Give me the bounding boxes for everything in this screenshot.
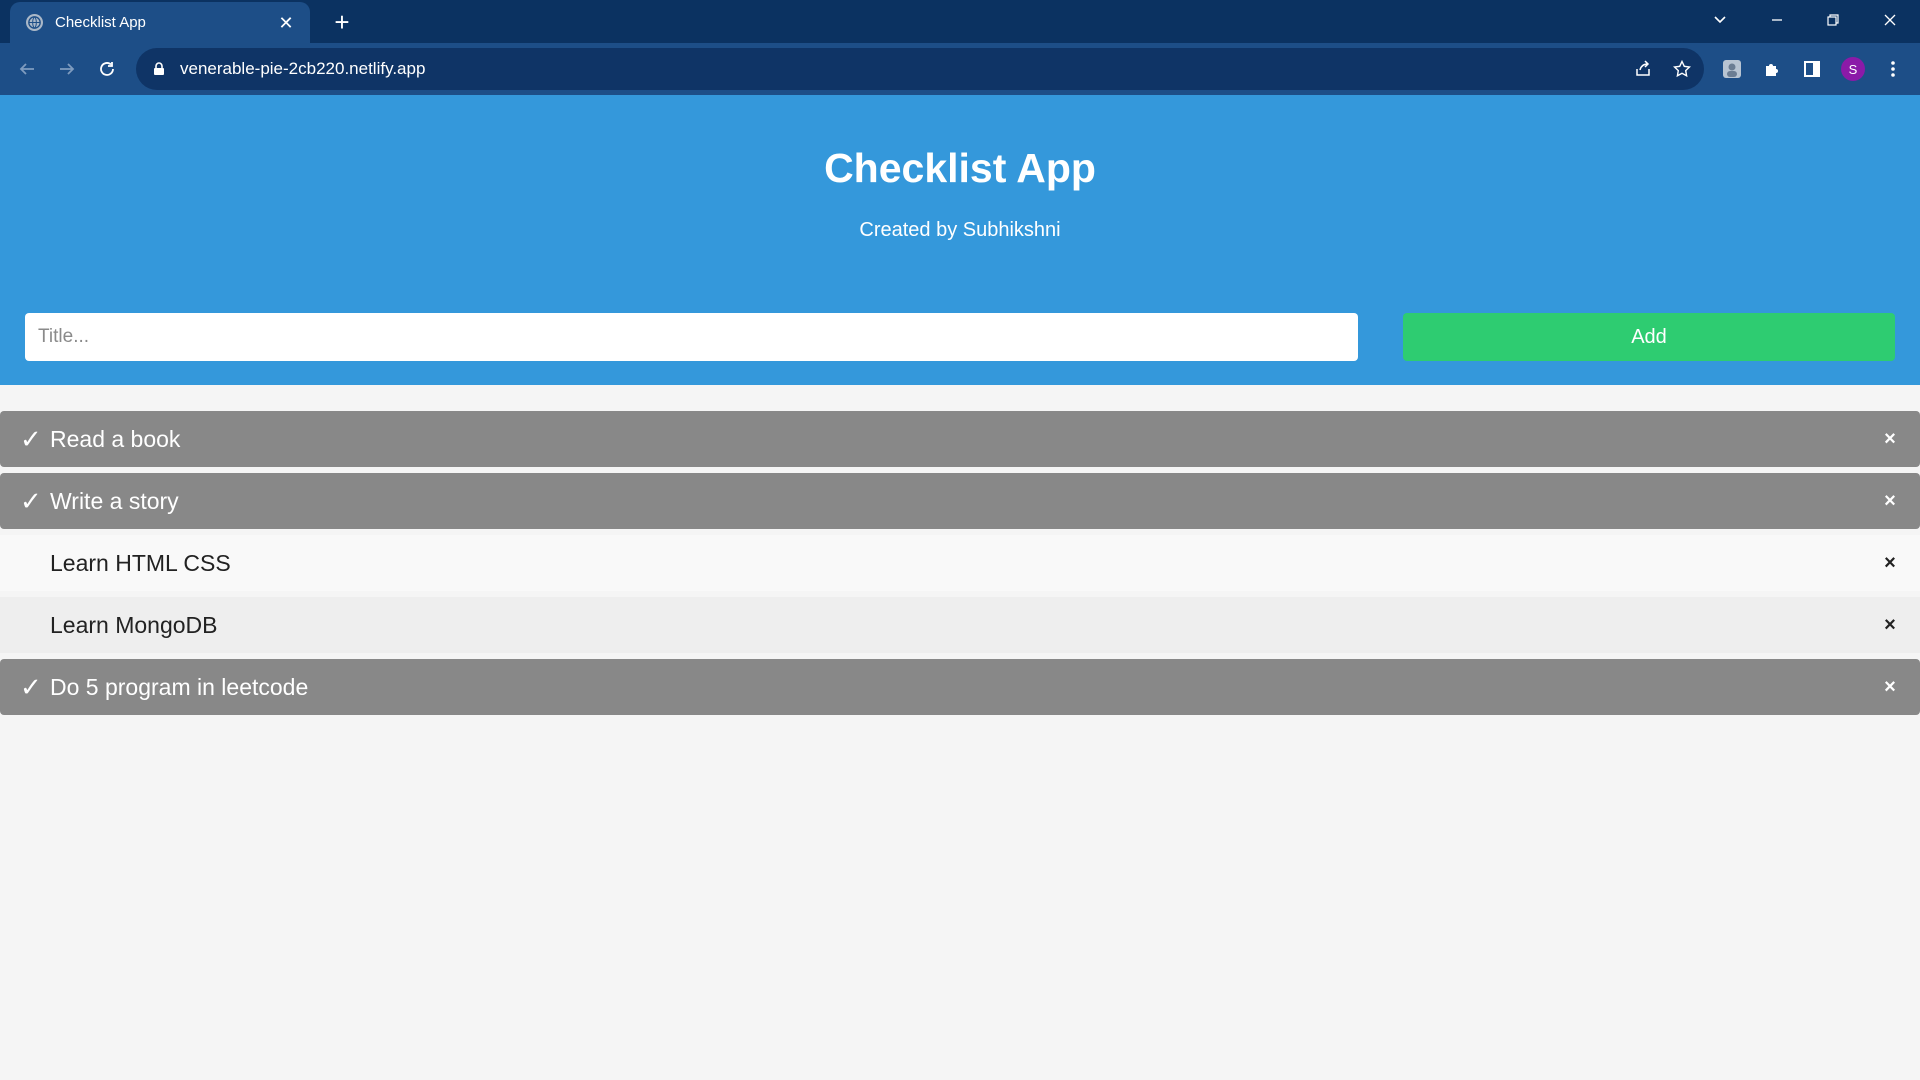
list-item-text: Read a book bbox=[50, 425, 181, 452]
list-item[interactable]: ✓ Do 5 program in leetcode × bbox=[0, 659, 1920, 715]
delete-item-icon[interactable]: × bbox=[1876, 549, 1904, 577]
tab-close-icon[interactable]: ✕ bbox=[276, 14, 296, 32]
add-button[interactable]: Add bbox=[1403, 313, 1895, 361]
list-item[interactable]: ✓ Read a book × bbox=[0, 411, 1920, 467]
lock-icon[interactable] bbox=[150, 60, 168, 78]
tab-title: Checklist App bbox=[55, 14, 146, 31]
checklist: ✓ Read a book × ✓ Write a story × Learn HTML C… bbox=[0, 411, 1920, 721]
extension-icon[interactable] bbox=[1715, 52, 1749, 86]
globe-icon bbox=[26, 14, 43, 31]
check-icon: ✓ bbox=[20, 671, 42, 702]
page-title: Checklist App bbox=[824, 145, 1096, 191]
back-icon[interactable] bbox=[10, 52, 44, 86]
restore-icon[interactable] bbox=[1805, 0, 1861, 40]
address-bar[interactable]: venerable-pie-2cb220.netlify.app bbox=[136, 48, 1704, 90]
browser-tab-strip: Checklist App ✕ + bbox=[0, 0, 1920, 43]
minimize-icon[interactable] bbox=[1749, 0, 1805, 40]
list-item[interactable]: ✓ Write a story × bbox=[0, 473, 1920, 529]
forward-icon[interactable] bbox=[50, 52, 84, 86]
browser-tab[interactable]: Checklist App ✕ bbox=[10, 2, 310, 43]
list-item-text: Learn HTML CSS bbox=[50, 549, 231, 576]
bookmark-star-icon[interactable] bbox=[1665, 52, 1699, 86]
list-item-text: Learn MongoDB bbox=[50, 611, 218, 638]
tab-search-icon[interactable] bbox=[1692, 0, 1748, 40]
app-header: Checklist App Created by Subhikshni Add bbox=[0, 95, 1920, 385]
list-item[interactable]: Learn HTML CSS × bbox=[0, 535, 1920, 591]
menu-kebab-icon[interactable] bbox=[1876, 52, 1910, 86]
window-close-icon[interactable] bbox=[1862, 0, 1918, 40]
check-icon: ✓ bbox=[20, 485, 42, 516]
delete-item-icon[interactable]: × bbox=[1876, 611, 1904, 639]
check-icon: ✓ bbox=[20, 423, 42, 454]
reload-icon[interactable] bbox=[90, 52, 124, 86]
url-text: venerable-pie-2cb220.netlify.app bbox=[180, 59, 426, 78]
delete-item-icon[interactable]: × bbox=[1876, 425, 1904, 453]
list-item-text: Write a story bbox=[50, 487, 179, 514]
browser-toolbar: venerable-pie-2cb220.netlify.app bbox=[0, 43, 1920, 95]
delete-item-icon[interactable]: × bbox=[1876, 673, 1904, 701]
side-panel-icon[interactable] bbox=[1795, 52, 1829, 86]
list-item[interactable]: Learn MongoDB × bbox=[0, 597, 1920, 653]
list-item-text: Do 5 program in leetcode bbox=[50, 673, 309, 700]
title-input[interactable] bbox=[25, 313, 1358, 361]
share-icon[interactable] bbox=[1626, 52, 1660, 86]
page-subtitle: Created by Subhikshni bbox=[859, 219, 1061, 241]
new-tab-button[interactable]: + bbox=[325, 5, 359, 39]
profile-avatar[interactable]: S bbox=[1836, 52, 1870, 86]
puzzle-icon[interactable] bbox=[1755, 52, 1789, 86]
profile-initial: S bbox=[1841, 57, 1865, 81]
delete-item-icon[interactable]: × bbox=[1876, 487, 1904, 515]
